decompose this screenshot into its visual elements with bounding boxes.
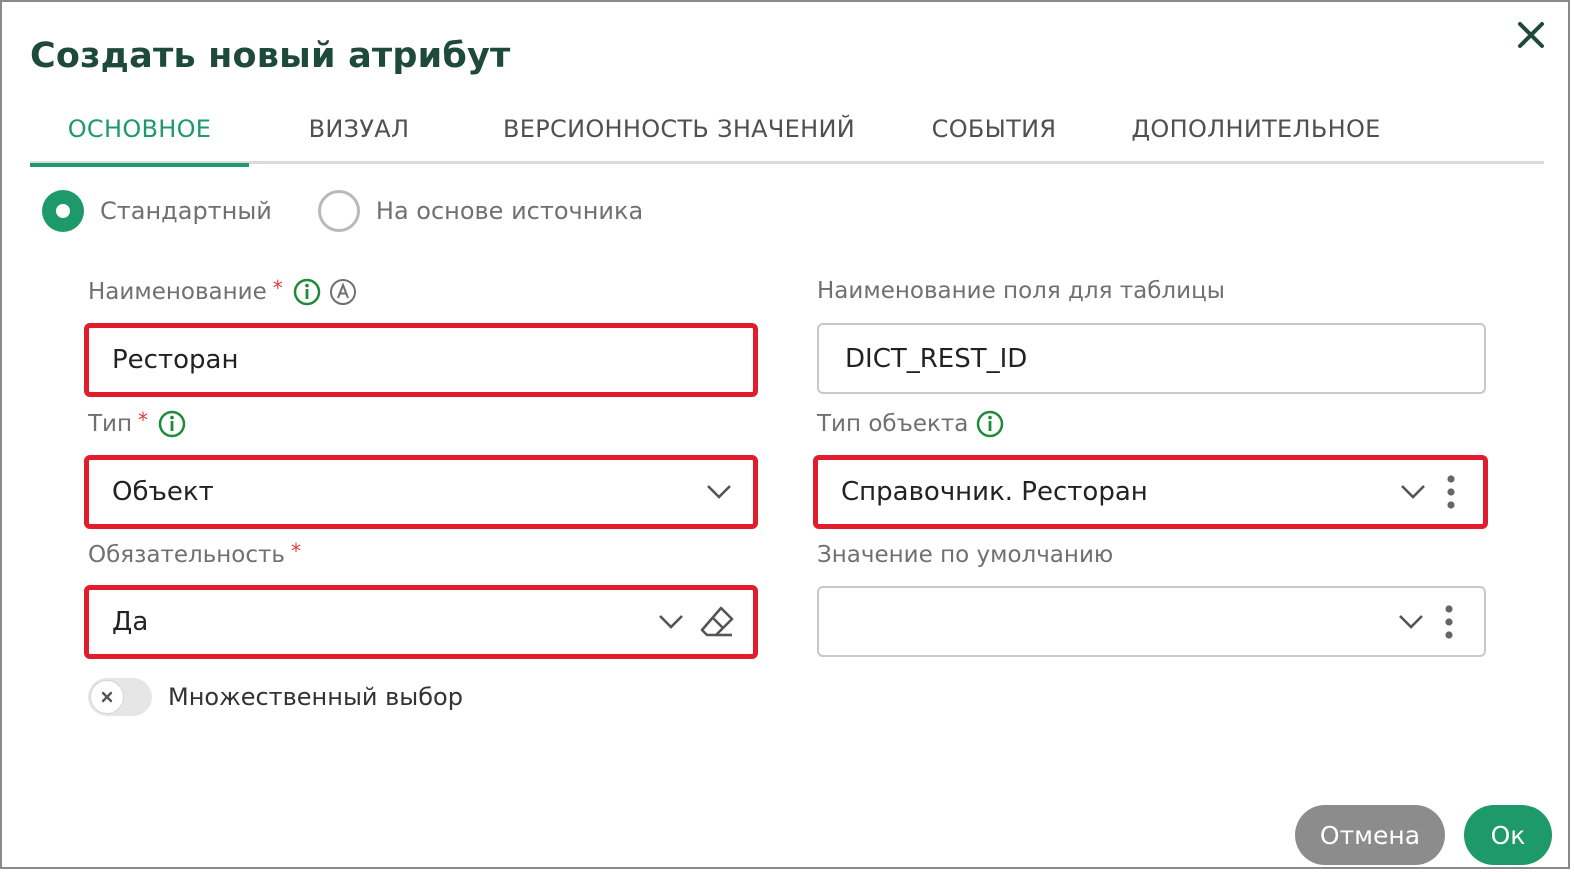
default-value-label-row: Значение по умолчанию [817, 542, 1113, 568]
create-attribute-dialog: Создать новый атрибут ОСНОВНОЕ ВИЗУАЛ ВЕ… [0, 0, 1570, 869]
type-label: Тип [88, 411, 133, 437]
default-value-select[interactable] [817, 586, 1486, 657]
mandatory-label-row: Обязательность * [88, 539, 301, 568]
toggle-off-icon [90, 680, 124, 714]
close-button[interactable] [1512, 16, 1550, 54]
type-select[interactable]: Объект [84, 455, 758, 529]
radio-source-based-label: На основе источника [375, 197, 644, 225]
cancel-button[interactable]: Отмена [1295, 805, 1445, 865]
chevron-down-icon[interactable] [1393, 484, 1433, 500]
chevron-down-icon[interactable] [1391, 614, 1431, 630]
table-field-input[interactable]: DICT_REST_ID [817, 323, 1486, 394]
table-field-label-row: Наименование поля для таблицы [817, 278, 1225, 304]
radio-standard[interactable] [42, 190, 84, 232]
required-mark: * [272, 276, 283, 300]
more-vertical-icon[interactable] [1441, 474, 1461, 510]
more-vertical-icon[interactable] [1439, 604, 1459, 640]
mandatory-select[interactable]: Да [84, 585, 758, 659]
tab-bar: ОСНОВНОЕ ВИЗУАЛ ВЕРСИОННОСТЬ ЗНАЧЕНИЙ СО… [30, 94, 1544, 167]
multiple-choice-toggle[interactable] [88, 678, 152, 716]
chevron-down-icon[interactable] [651, 614, 691, 630]
radio-standard-label: Стандартный [100, 197, 272, 225]
localization-icon[interactable] [329, 278, 357, 306]
eraser-icon[interactable] [697, 604, 737, 640]
name-label-row: Наименование * [88, 276, 357, 306]
info-icon[interactable] [158, 410, 186, 438]
object-type-select[interactable]: Справочник. Ресторан [813, 455, 1488, 529]
tab-basic[interactable]: ОСНОВНОЕ [30, 94, 249, 167]
object-type-label-row: Тип объекта [817, 410, 1004, 438]
name-label: Наименование [88, 279, 267, 305]
chevron-down-icon[interactable] [699, 484, 739, 500]
ok-button[interactable]: Ок [1464, 805, 1552, 865]
required-mark: * [138, 408, 149, 432]
mandatory-label: Обязательность [88, 542, 285, 568]
radio-source-based[interactable] [317, 190, 360, 232]
info-icon[interactable] [293, 278, 321, 306]
tab-visual[interactable]: ВИЗУАЛ [249, 94, 469, 164]
object-type-label: Тип объекта [817, 411, 969, 437]
multiple-choice-row: Множественный выбор [88, 678, 463, 716]
tab-value-versioning[interactable]: ВЕРСИОННОСТЬ ЗНАЧЕНИЙ [469, 94, 889, 164]
type-label-row: Тип * [88, 408, 186, 438]
name-input[interactable]: Ресторан [84, 323, 758, 397]
tab-additional[interactable]: ДОПОЛНИТЕЛЬНОЕ [1099, 94, 1413, 164]
mode-radio-group: Стандартный На основе источника [42, 190, 643, 232]
tab-events[interactable]: СОБЫТИЯ [889, 94, 1099, 164]
multiple-choice-label: Множественный выбор [168, 683, 463, 711]
required-mark: * [290, 539, 301, 563]
close-icon [1518, 22, 1544, 48]
default-value-label: Значение по умолчанию [817, 542, 1114, 568]
info-icon[interactable] [976, 410, 1004, 438]
dialog-title: Создать новый атрибут [30, 36, 511, 76]
table-field-label: Наименование поля для таблицы [817, 278, 1225, 304]
